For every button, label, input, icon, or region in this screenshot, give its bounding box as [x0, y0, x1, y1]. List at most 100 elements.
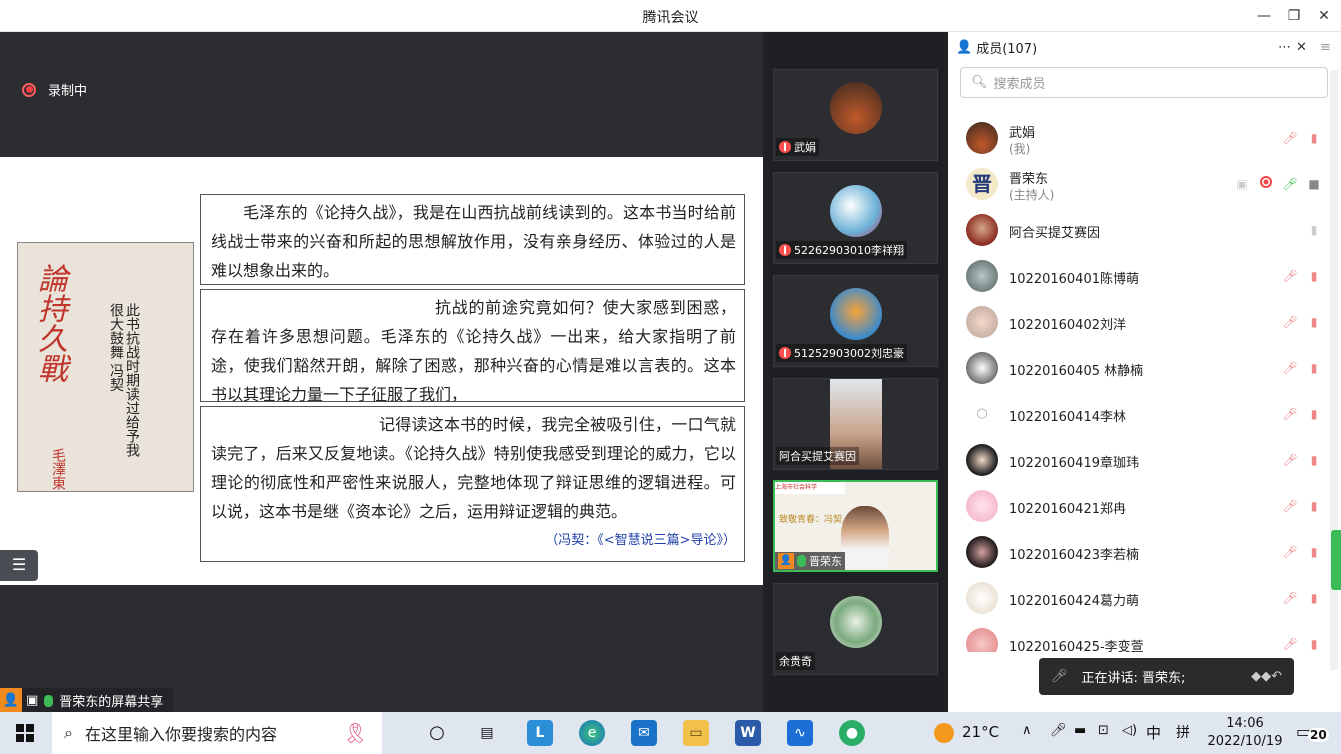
ime-pinyin[interactable]: 拼	[1176, 722, 1190, 742]
chevron-up-icon[interactable]: ∧	[1022, 723, 1032, 738]
camera-off-icon[interactable]: ▮	[1306, 222, 1322, 238]
mic-muted-icon: 🎤︎	[1051, 669, 1068, 684]
person-icon: 👤	[956, 39, 973, 55]
member-row[interactable]: 10220160423李若楠 🎤︎ ▮	[948, 530, 1328, 576]
close-button[interactable]: ✕	[1311, 4, 1337, 28]
member-row[interactable]: 10220160421郑冉 🎤︎ ▮	[948, 484, 1328, 530]
task-view-icon[interactable]: ○	[424, 720, 450, 746]
members-header: 👤 成员(107) ⋯ ✕ ≡	[948, 32, 1341, 62]
mic-muted-icon[interactable]: 🎤︎	[1282, 268, 1298, 284]
speaker-slide-header: 上海市社会科学	[775, 482, 845, 494]
camera-off-icon[interactable]: ▮	[1306, 636, 1322, 652]
microphone-icon: 🎤︎	[1050, 723, 1067, 738]
video-gallery: 武娟 52262903010李祥翔 51252903002刘忠豪 阿合买提艾赛因…	[763, 32, 948, 712]
file-explorer-icon[interactable]: ▭	[683, 720, 709, 746]
menu-icon[interactable]: ≡	[1320, 40, 1331, 55]
video-tile-label: 51252903002刘忠豪	[776, 344, 907, 362]
mic-muted-icon[interactable]: 🎤︎	[1282, 360, 1298, 376]
video-tile[interactable]: 阿合买提艾赛因	[773, 378, 938, 470]
mic-muted-icon	[779, 347, 791, 359]
avatar	[966, 444, 998, 476]
video-tile[interactable]: 52262903010李祥翔	[773, 172, 938, 264]
avatar: ○	[966, 398, 998, 430]
camera-off-icon[interactable]: ▮	[1306, 452, 1322, 468]
member-row[interactable]: 阿合买提艾赛因 ▮	[948, 208, 1328, 254]
member-row[interactable]: ○ 10220160414李林 🎤︎ ▮	[948, 392, 1328, 438]
battery-icon[interactable]: ▬	[1074, 723, 1086, 738]
wechat-icon[interactable]: ●	[839, 720, 865, 746]
member-row[interactable]: 10220160402刘洋 🎤︎ ▮	[948, 300, 1328, 346]
mic-active-icon[interactable]: 🎤︎	[1282, 176, 1298, 192]
maximize-button[interactable]: ❐	[1281, 4, 1307, 28]
network-icon[interactable]: ⊡	[1098, 723, 1109, 738]
screen-share-area: 录制中 論持久戰 此书抗战时期读过给予我很大鼓舞 冯契 毛澤東 毛泽东的《论持久…	[0, 32, 763, 713]
close-icon[interactable]: ✕	[1296, 40, 1307, 55]
member-row[interactable]: 10220160401陈博萌 🎤︎ ▮	[948, 254, 1328, 300]
mic-muted-icon[interactable]: 🎤︎	[1282, 314, 1298, 330]
mic-muted-icon[interactable]: 🎤︎	[1282, 452, 1298, 468]
member-search-input[interactable]: 🔍︎ 搜索成员	[960, 67, 1328, 98]
member-row[interactable]: 武娟 (我) 🎤︎ ▮	[948, 116, 1328, 162]
video-tile[interactable]: 51252903002刘忠豪	[773, 275, 938, 367]
mic-muted-icon[interactable]: 🎤︎	[1282, 636, 1298, 652]
search-icon: ⌕	[64, 723, 73, 742]
video-tile-label: 👤 晋荣东	[775, 552, 845, 570]
camera-off-icon[interactable]: ▮	[1306, 590, 1322, 606]
notification-center-icon[interactable]: ▭ 20	[1296, 722, 1329, 744]
camera-off-icon[interactable]: ▮	[1306, 406, 1322, 422]
camera-off-icon[interactable]: ▮	[1306, 314, 1322, 330]
edge-icon[interactable]: e	[579, 720, 605, 746]
video-tile-label: 武娟	[776, 138, 819, 156]
slide-menu-button[interactable]: ☰	[0, 550, 38, 581]
camera-on-icon[interactable]: ■	[1306, 176, 1322, 192]
screen-icon: ▣	[26, 693, 39, 708]
video-tile-label: 52262903010李祥翔	[776, 241, 907, 259]
camera-off-icon[interactable]: ▮	[1306, 498, 1322, 514]
app-l-icon[interactable]: L	[527, 720, 553, 746]
mic-muted-icon[interactable]: 🎤︎	[1282, 590, 1298, 606]
avatar	[966, 214, 998, 246]
person-icon: 👤	[0, 688, 22, 713]
quote-citation: （冯契：《<智慧说三篇>导论》）	[545, 533, 736, 548]
member-row[interactable]: 10220160419章珈玮 🎤︎ ▮	[948, 438, 1328, 484]
mic-active-icon	[44, 694, 54, 707]
camera-off-icon[interactable]: ▮	[1306, 268, 1322, 284]
shared-slide: 論持久戰 此书抗战时期读过给予我很大鼓舞 冯契 毛澤東 毛泽东的《论持久战》，我…	[0, 157, 763, 585]
mic-muted-icon[interactable]: 🎤︎	[1282, 130, 1298, 146]
minimize-button[interactable]: —	[1251, 4, 1277, 28]
mic-muted-icon[interactable]: 🎤︎	[1282, 406, 1298, 422]
widgets-icon[interactable]: ▤	[474, 720, 500, 746]
taskbar: ⌕ 在这里输入你要搜索的内容 🎗︎ ○ ▤ L e ✉ ▭ W ∿ ● 21°C…	[0, 712, 1341, 754]
record-dot-icon	[22, 82, 36, 97]
avatar	[966, 352, 998, 384]
member-row[interactable]: 10220160424葛力萌 🎤︎ ▮	[948, 576, 1328, 622]
word-icon[interactable]: W	[735, 720, 761, 746]
windows-start-icon[interactable]	[16, 724, 34, 742]
collapse-icon[interactable]: ◆◆↶	[1251, 669, 1282, 684]
quote-paragraph-3: 记得读这本书的时候，我完全被吸引住，一口气就读完了，后来又反复地读。《论持久战》…	[200, 406, 745, 562]
tencent-meeting-icon[interactable]: ∿	[787, 720, 813, 746]
member-row[interactable]: 10220160405 林静楠 🎤︎ ▮	[948, 346, 1328, 392]
more-icon[interactable]: ⋯	[1278, 40, 1291, 55]
member-row[interactable]: 10220160425-李变萱 🎤︎ ▮	[948, 622, 1328, 652]
member-row[interactable]: 晋 晋荣东 (主持人) ▣ 🎤︎ ■	[948, 162, 1328, 208]
avatar	[966, 306, 998, 338]
video-tile-active-speaker[interactable]: 上海市社会科学 致敬青春：冯契…046 👤 晋荣东	[773, 480, 938, 572]
sharer-name: 晋荣东的屏幕共享	[59, 695, 164, 710]
taskbar-search-input[interactable]: ⌕ 在这里输入你要搜索的内容 🎗︎	[52, 712, 382, 754]
volume-icon[interactable]: ◁)	[1122, 723, 1137, 738]
taskbar-clock[interactable]: 14:06 2022/10/19	[1200, 715, 1290, 751]
mic-muted-icon[interactable]: 🎤︎	[1282, 544, 1298, 560]
video-tile[interactable]: 武娟	[773, 69, 938, 161]
camera-off-icon[interactable]: ▮	[1306, 130, 1322, 146]
camera-off-icon[interactable]: ▮	[1306, 360, 1322, 376]
mail-icon[interactable]: ✉	[631, 720, 657, 746]
quote-paragraph-1: 毛泽东的《论持久战》，我是在山西抗战前线读到的。这本书当时给前线战士带来的兴奋和…	[200, 194, 745, 285]
camera-off-icon[interactable]: ▮	[1306, 544, 1322, 560]
window-title: 腾讯会议	[642, 10, 699, 26]
mic-active-icon	[797, 555, 806, 567]
mic-muted-icon	[779, 141, 791, 153]
ime-mode[interactable]: 中	[1146, 722, 1161, 743]
mic-muted-icon[interactable]: 🎤︎	[1282, 498, 1298, 514]
video-tile[interactable]: 余贵奇	[773, 583, 938, 675]
